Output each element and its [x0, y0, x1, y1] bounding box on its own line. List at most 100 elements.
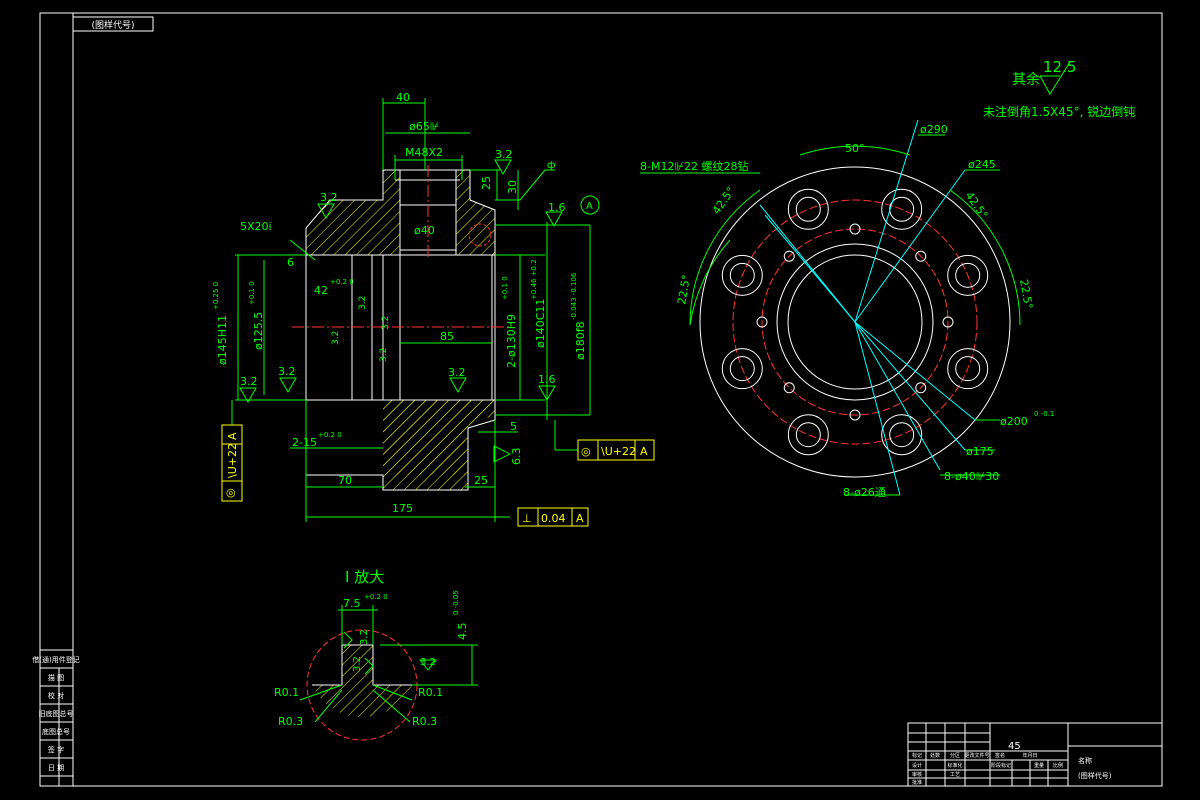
dim-d26: 8-ø26通 — [843, 486, 886, 499]
dim-32-e: 3.2 — [278, 365, 296, 378]
note-qiyu-roughness: 12.5 — [1043, 58, 1076, 76]
gtol-right-datum: A — [640, 445, 648, 458]
detail-dim-32a: 3.2 — [359, 629, 370, 645]
dim-d145-tol: +0.25 0 — [212, 282, 220, 310]
dim-d290: ø290 — [920, 123, 948, 136]
dim-32-g: 3.2 — [448, 366, 466, 379]
dim-16-top: 1.6 — [548, 201, 566, 214]
detail-title: I 放大 — [345, 568, 384, 586]
dim-70: 70 — [338, 474, 352, 487]
large-hole-inner-7 — [795, 196, 821, 222]
dim-2-15-tol: +0.2 0 — [318, 431, 342, 439]
title-row-c-2: 批准 — [912, 779, 922, 786]
dim-m12: 8-M12⊮22 螺纹28钻 — [640, 159, 749, 173]
gtol-right-symbol: ◎ — [581, 445, 591, 458]
detail-dim-45-tol: 0 -0.05 — [452, 590, 460, 615]
dim-d140-tol: +0.46 +0.2 — [530, 259, 538, 300]
dim-42-tol: +0.2 0 — [330, 278, 354, 286]
material-label: 45 — [1008, 741, 1021, 752]
dim-d200-tol: 0 -0.1 — [1034, 410, 1054, 418]
detail-r03-left: R0.3 — [278, 715, 303, 728]
dim-2-15: 2-15 — [292, 436, 317, 449]
title-row-a-3: 更改文件号 — [964, 752, 989, 759]
dim-32-c: 3.2 — [381, 316, 391, 330]
side-row-0: 借(通)用件登记 — [32, 655, 79, 664]
title-row-a-5: 年月日 — [1022, 752, 1037, 759]
gtol-bottom-value: 0.04 — [541, 512, 566, 525]
title-row-c-1: 工艺 — [950, 772, 960, 778]
dim-85: 85 — [440, 330, 454, 343]
flange-plan-view — [640, 119, 1021, 496]
large-hole-inner-4 — [795, 422, 821, 448]
detail-r01-right: R0.1 — [418, 686, 443, 699]
dim-d130-tol: +0.1 0 — [501, 276, 509, 300]
detail-r03-right: R0.3 — [412, 715, 437, 728]
dim-d245: ø245 — [968, 158, 996, 171]
dim-m48: M48X2 — [405, 146, 443, 159]
dim-32-a: 3.2 — [331, 331, 341, 345]
tapped-hole-5 — [783, 382, 795, 394]
note-qiyu: 其余 — [1012, 71, 1040, 88]
dim-d125: ø125.5 — [252, 312, 265, 350]
flange-centerlines — [759, 119, 976, 496]
dim-32-b: 3.2 — [358, 296, 368, 310]
dim-16-b: 1.6 — [538, 373, 556, 386]
dim-d40x: 8-ø40⊮30 — [944, 470, 999, 483]
code-box-label: (图样代号) — [91, 19, 134, 31]
dim-32-d: 3.2 — [379, 348, 389, 362]
side-row-2: 校 对 — [48, 691, 64, 700]
title-row-a-4: 签名 — [995, 752, 1005, 759]
dim-a225-left: 22.5° — [675, 274, 693, 306]
large-hole-4 — [787, 414, 829, 456]
detail-hatch — [312, 645, 412, 718]
detail-dim-75: 7.5 — [343, 597, 361, 610]
dim-63: 6.3 — [510, 448, 523, 466]
title-row-b-3: 重量 — [1034, 762, 1044, 769]
title-code-cell: (图样代号) — [1078, 771, 1112, 780]
dim-chamfer: 5X20i — [240, 220, 272, 233]
gtol-bottom-datum: A — [576, 512, 584, 525]
title-row-b-0: 设计 — [912, 762, 922, 769]
detail-r01-left: R0.1 — [274, 686, 299, 699]
detail-dimension-lines — [299, 605, 478, 723]
gtol-left-symbol: ◎ — [226, 486, 236, 499]
dim-42: 42 — [314, 284, 328, 297]
dim-25-top: 25 — [480, 176, 493, 190]
dim-a50: 50° — [845, 142, 865, 155]
drawing-frame — [39, 12, 1163, 787]
dim-d145: ø145H11 — [216, 315, 229, 365]
title-row-b-2: 阶段标记 — [991, 762, 1011, 769]
dim-d180: ø180f8 — [574, 321, 587, 360]
title-row-a-1: 处数 — [930, 752, 940, 759]
dim-40-top: 40 — [396, 91, 410, 104]
detail-view — [299, 605, 478, 741]
dim-6: 6 — [287, 256, 294, 269]
datum-a-label: A — [586, 201, 593, 212]
face-symbol: ф — [547, 160, 556, 171]
detail-dim-32c: 3.2 — [420, 657, 436, 668]
detail-dim-75-tol: +0.2 0 — [364, 593, 388, 601]
note-chamfer: 未注倒角1.5X45°, 锐边倒钝 — [983, 104, 1135, 119]
gtol-right-value: \U+22 — [601, 445, 636, 458]
title-row-b-4: 比例 — [1053, 762, 1063, 769]
detail-dim-32b: 3.2 — [352, 656, 363, 672]
engineering-drawing: (图样代号) 借(通)用件登记 描 图 校 对 旧底图总号 底图总号 签 字 日… — [32, 12, 1163, 787]
dim-d125-tol: +0.1 0 — [248, 281, 256, 305]
dim-d40-bore: ø40 — [414, 224, 435, 237]
section-view — [221, 98, 655, 527]
title-name-cell: 名称 — [1078, 756, 1092, 765]
dim-d175-plan: ø175 — [966, 445, 994, 458]
dim-32-top: 3.2 — [495, 148, 513, 161]
dim-d65: ø65⊮ — [409, 120, 439, 133]
title-row-a-0: 标记 — [912, 752, 922, 759]
title-row-c-0: 审核 — [912, 771, 922, 778]
dim-a425-right: 42.5° — [963, 189, 991, 221]
dim-d200: ø200 — [1000, 415, 1028, 428]
dim-d140: ø140C11 — [534, 299, 547, 348]
side-row-6: 日 期 — [48, 764, 64, 772]
dim-a425-left: 42.5° — [710, 185, 738, 217]
gtol-left-value: \U+22 — [226, 443, 239, 478]
dim-d180-tol: -0.043 -0.106 — [570, 272, 578, 320]
dim-25-bottom: 25 — [474, 474, 488, 487]
dim-30: 30 — [506, 180, 519, 194]
